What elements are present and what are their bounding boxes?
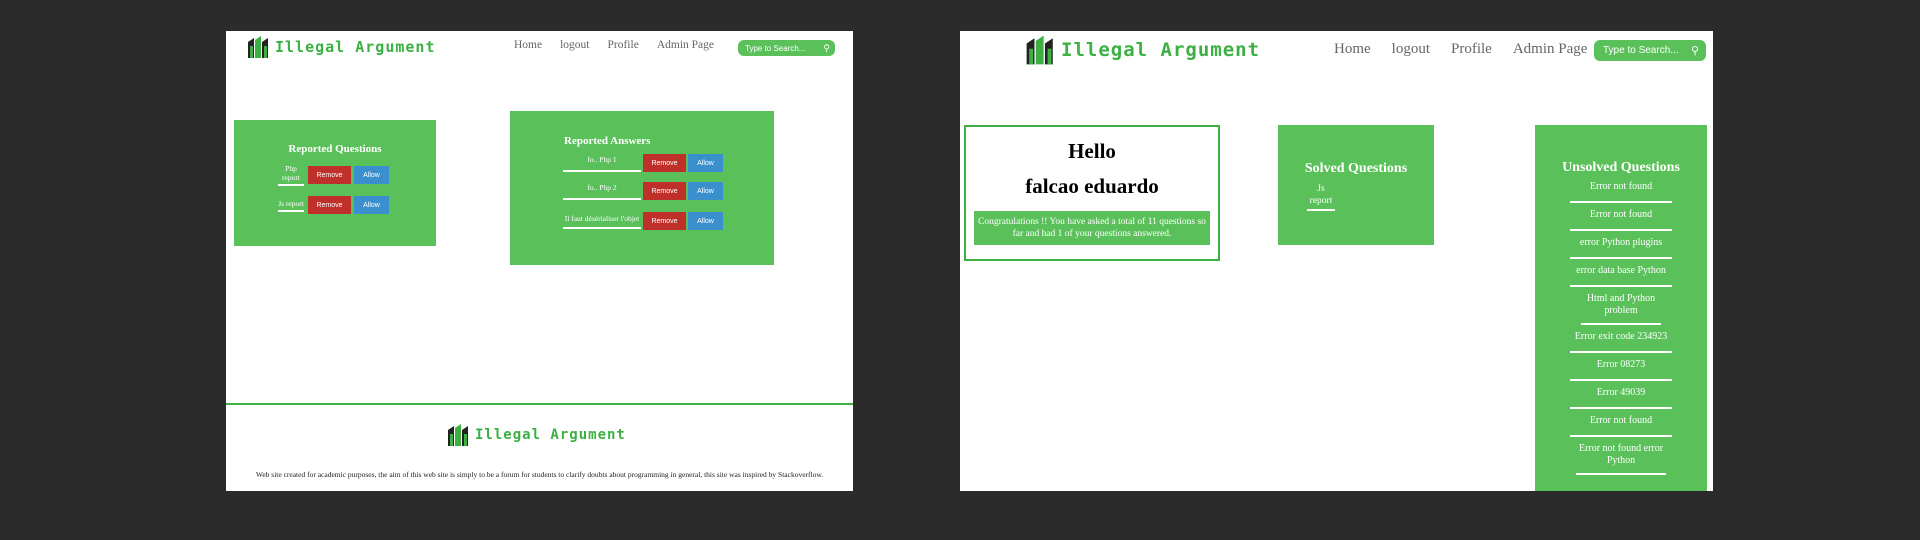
allow-button[interactable]: Allow <box>688 154 723 172</box>
list-item: Js report Remove Allow <box>278 196 389 214</box>
item-label: Il faut désérialiser l'objet <box>563 214 641 229</box>
solved-question-item[interactable]: Js report <box>1307 183 1335 211</box>
list-item: fo.. Php 1 Remove Allow <box>563 154 723 172</box>
site-logo[interactable]: Illegal Argument <box>1024 32 1260 68</box>
search-icon[interactable]: ⚲ <box>1691 44 1699 57</box>
site-logo[interactable]: Illegal Argument <box>246 34 436 60</box>
list-item: Il faut désérialiser l'objet Remove Allo… <box>563 212 723 230</box>
allow-button[interactable]: Allow <box>688 212 723 230</box>
main-nav: Home logout Profile Admin Page <box>1334 41 1587 58</box>
reported-answers-panel: Reported Answers fo.. Php 1 Remove Allow… <box>510 111 774 265</box>
remove-button[interactable]: Remove <box>308 196 351 214</box>
allow-button[interactable]: Allow <box>688 182 723 200</box>
unsolved-question-item[interactable]: Error not found <box>1570 209 1672 231</box>
logo-text: Illegal Argument <box>475 427 626 443</box>
logo-icon <box>446 422 472 448</box>
unsolved-question-item[interactable]: Html and Python problem <box>1581 293 1661 325</box>
congrats-message: Congratulations !! You have asked a tota… <box>974 211 1210 245</box>
unsolved-question-item[interactable]: Error not found <box>1570 181 1672 203</box>
list-item: Php report Remove Allow <box>278 164 389 186</box>
logo-icon <box>1024 32 1058 68</box>
unsolved-question-item[interactable]: error data base Python <box>1570 265 1672 287</box>
item-label: Php report <box>278 164 304 186</box>
reported-questions-panel: Reported Questions Php report Remove All… <box>234 120 436 246</box>
nav-logout[interactable]: logout <box>560 39 589 51</box>
remove-button[interactable]: Remove <box>643 182 686 200</box>
unsolved-question-item[interactable]: Error not found error Python <box>1576 443 1666 475</box>
unsolved-question-item[interactable]: Error exit code 234923 <box>1570 331 1672 353</box>
allow-button[interactable]: Allow <box>354 196 389 214</box>
footer-divider <box>226 403 853 405</box>
unsolved-question-item[interactable]: Error 08273 <box>1570 359 1672 381</box>
logo-text: Illegal Argument <box>1061 39 1261 61</box>
logo-icon <box>246 34 272 60</box>
nav-home[interactable]: Home <box>1334 41 1371 58</box>
user-name: falcao eduardo <box>1025 174 1159 198</box>
item-label: fo.. Php 1 <box>563 155 641 172</box>
unsolved-question-item[interactable]: Error not found <box>1570 415 1672 437</box>
remove-button[interactable]: Remove <box>308 166 351 184</box>
panel-title: Solved Questions <box>1304 161 1408 176</box>
panel-title: Unsolved Questions <box>1562 160 1680 175</box>
search-box: ⚲ <box>738 40 835 56</box>
item-label: Js report <box>278 199 304 212</box>
nav-profile[interactable]: Profile <box>608 39 639 51</box>
unsolved-questions-panel: Unsolved Questions Error not found Error… <box>1535 125 1707 491</box>
user-dashboard-screenshot: Illegal Argument Home logout Profile Adm… <box>960 31 1713 491</box>
solved-questions-panel: Solved Questions Js report <box>1278 125 1434 245</box>
greeting: Hello <box>1068 139 1116 163</box>
unsolved-question-item[interactable]: error Python plugins <box>1570 237 1672 259</box>
nav-home[interactable]: Home <box>514 39 542 51</box>
remove-button[interactable]: Remove <box>643 212 686 230</box>
search-icon[interactable]: ⚲ <box>823 43 830 54</box>
nav-admin-page[interactable]: Admin Page <box>657 39 714 51</box>
nav-logout[interactable]: logout <box>1392 41 1430 58</box>
search-input[interactable] <box>1601 44 1691 57</box>
footer-description: Web site created for academic purposes, … <box>255 470 824 479</box>
search-box: ⚲ <box>1594 40 1706 61</box>
search-input[interactable] <box>743 42 822 54</box>
logo-text: Illegal Argument <box>275 38 436 56</box>
allow-button[interactable]: Allow <box>354 166 389 184</box>
remove-button[interactable]: Remove <box>643 154 686 172</box>
unsolved-question-item[interactable]: Error 49039 <box>1570 387 1672 409</box>
footer-logo[interactable]: Illegal Argument <box>446 422 626 448</box>
nav-profile[interactable]: Profile <box>1451 41 1492 58</box>
panel-title: Reported Questions <box>288 143 382 155</box>
list-item: fo.. Php 2 Remove Allow <box>563 182 723 200</box>
panel-title: Reported Answers <box>564 135 651 147</box>
item-label: fo.. Php 2 <box>563 183 641 200</box>
nav-admin-page[interactable]: Admin Page <box>1513 41 1588 58</box>
main-nav: Home logout Profile Admin Page <box>514 39 714 51</box>
admin-page-screenshot: Illegal Argument Home logout Profile Adm… <box>226 31 853 491</box>
welcome-card: Hello falcao eduardo Congratulations !! … <box>964 125 1220 261</box>
